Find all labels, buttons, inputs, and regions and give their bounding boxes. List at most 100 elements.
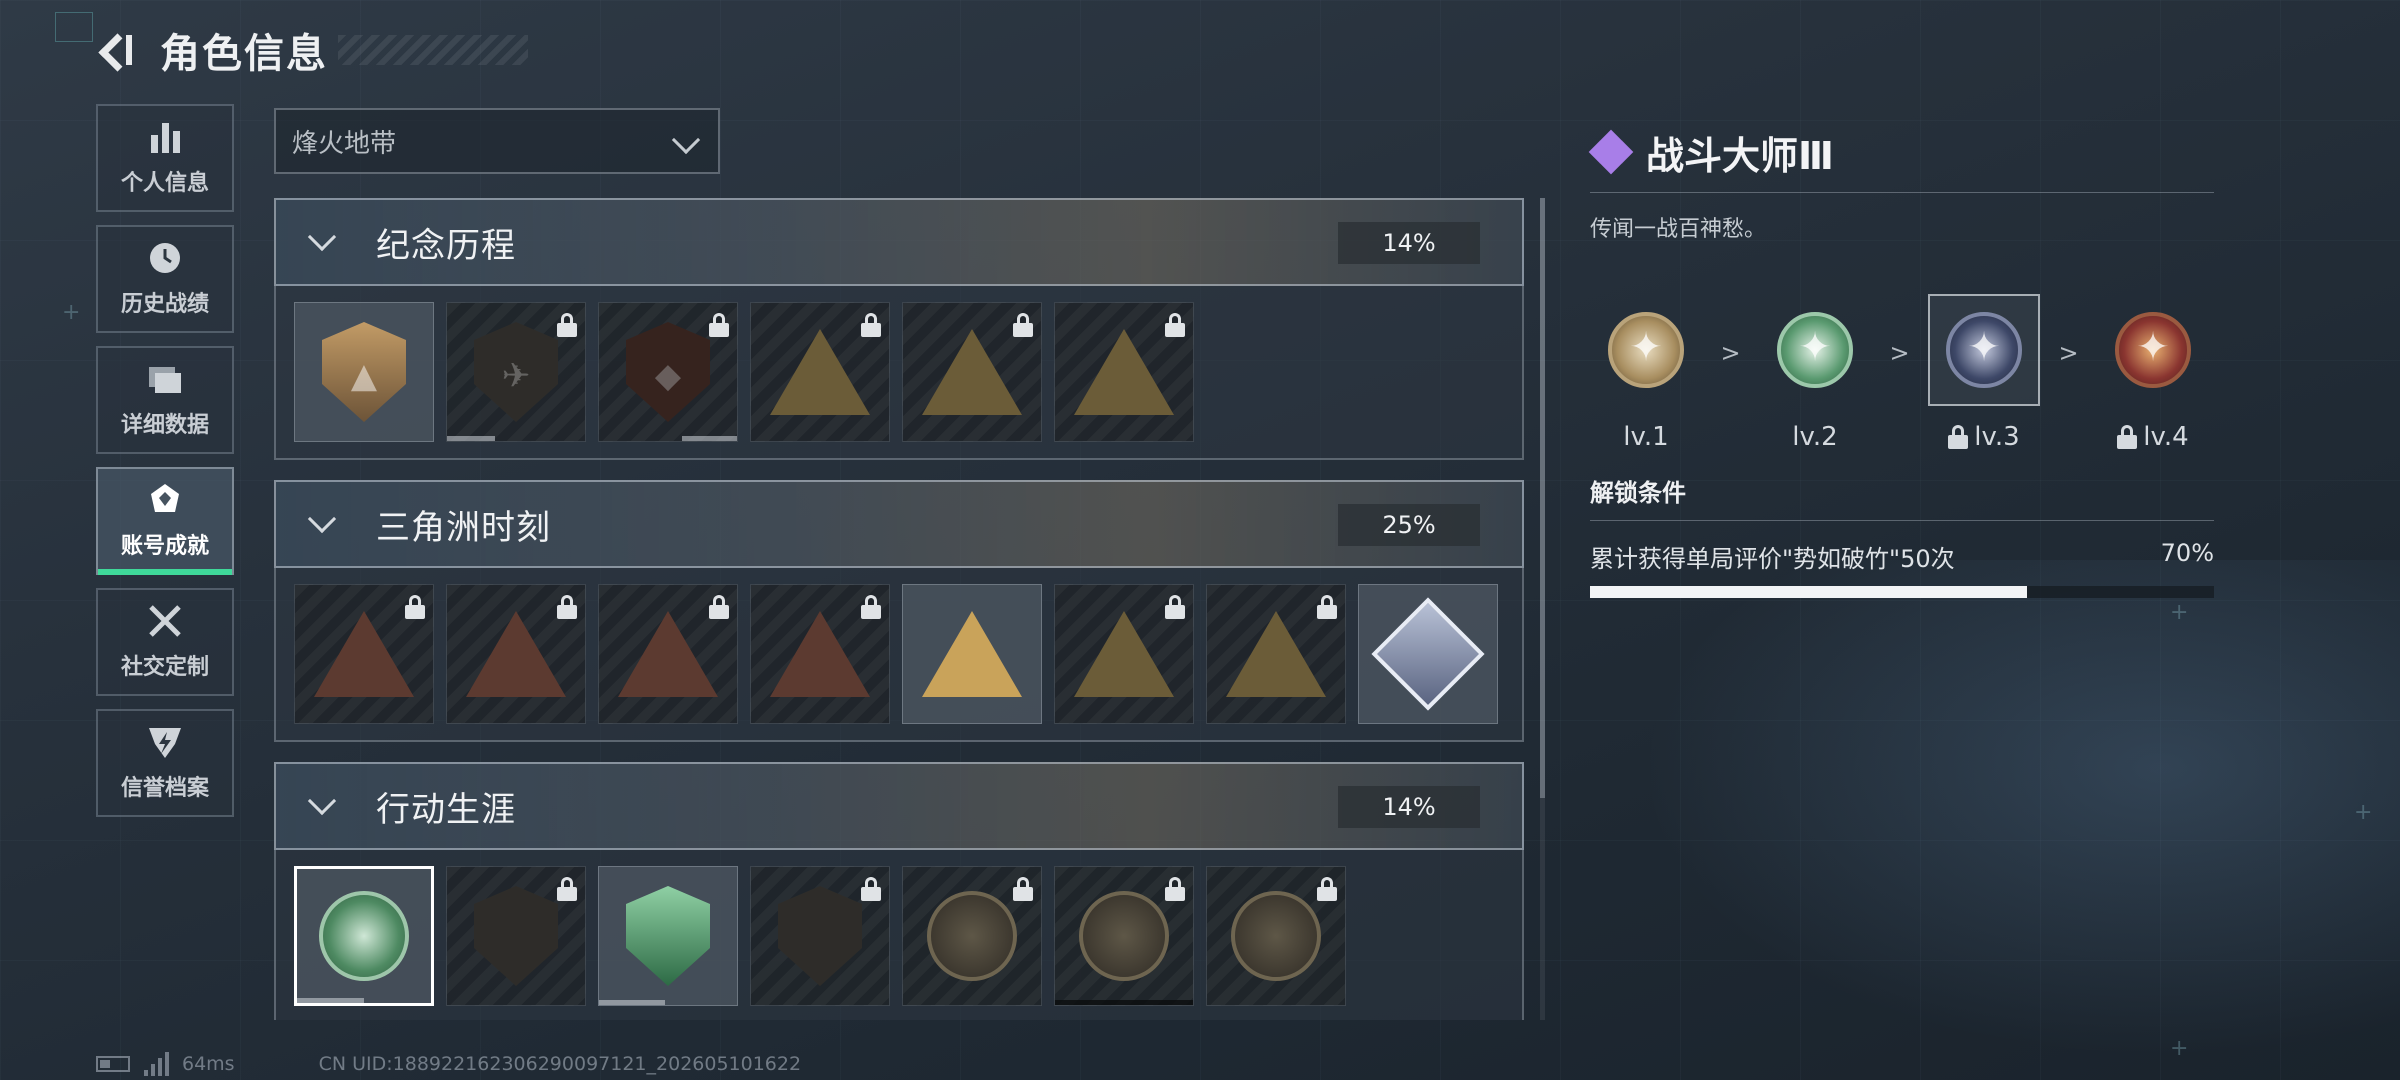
lock-icon bbox=[1013, 877, 1033, 901]
lock-icon bbox=[557, 595, 577, 619]
level-separator: > bbox=[1720, 339, 1741, 367]
badge-tile[interactable] bbox=[750, 302, 890, 442]
chevron-down-icon bbox=[307, 222, 337, 252]
badge-tile[interactable] bbox=[1206, 866, 1346, 1006]
skull-badge-icon bbox=[1079, 891, 1169, 981]
badge-tile[interactable] bbox=[446, 584, 586, 724]
level-item-selected[interactable]: lv.3 bbox=[1928, 294, 2040, 452]
fish-badge-icon bbox=[1226, 611, 1326, 697]
gem-badge-icon bbox=[770, 611, 870, 697]
badge-tile[interactable] bbox=[1054, 866, 1194, 1006]
mode-select-dropdown[interactable]: 烽火地带 bbox=[274, 108, 720, 174]
level-label: lv.1 bbox=[1623, 422, 1669, 452]
sidebar-item-label: 历史战绩 bbox=[120, 292, 209, 317]
lock-icon bbox=[1165, 313, 1185, 337]
unlock-progress-fill bbox=[1590, 586, 2027, 598]
badge-tile[interactable] bbox=[598, 584, 738, 724]
clock-icon bbox=[145, 240, 185, 276]
badge-tile[interactable]: ✈ bbox=[446, 302, 586, 442]
lock-icon bbox=[405, 595, 425, 619]
background-glow bbox=[1600, 560, 2400, 1080]
unlock-condition-text: 累计获得单局评价"势如破竹"50次 bbox=[1590, 545, 1955, 573]
category-header[interactable]: 行动生涯 14% bbox=[274, 762, 1524, 850]
category-title: 三角洲时刻 bbox=[376, 507, 551, 548]
level-item[interactable]: lv.4 bbox=[2097, 294, 2209, 452]
team-badge-icon bbox=[1074, 611, 1174, 697]
badge-progress bbox=[297, 998, 364, 1003]
circle-badge-icon bbox=[927, 891, 1017, 981]
badge-tile-selected[interactable] bbox=[294, 866, 434, 1006]
badge-tile[interactable] bbox=[902, 302, 1042, 442]
diamond-cluster-icon bbox=[1588, 129, 1634, 175]
emblem-badge-icon bbox=[626, 886, 710, 986]
lock-icon bbox=[1165, 877, 1185, 901]
badge-tile[interactable] bbox=[1358, 584, 1498, 724]
back-arrow-icon[interactable] bbox=[96, 29, 138, 71]
badge-tile[interactable] bbox=[1054, 302, 1194, 442]
sidebar-nav: 个人信息 历史战绩 详细数据 账号成就 社交定制 信誉档案 bbox=[96, 104, 234, 830]
tools-icon bbox=[145, 603, 185, 639]
battery-icon bbox=[96, 1056, 130, 1072]
status-footer: 64ms CN UID:188922162306290097121_202605… bbox=[96, 1052, 801, 1076]
lock-icon bbox=[1317, 877, 1337, 901]
divider bbox=[1590, 520, 2214, 521]
sidebar-item-achievements[interactable]: 账号成就 bbox=[96, 467, 234, 575]
sidebar-item-social-custom[interactable]: 社交定制 bbox=[96, 588, 234, 696]
lock-icon bbox=[1948, 425, 1969, 449]
level-label: lv.3 bbox=[1974, 422, 2020, 452]
corner-decoration bbox=[55, 12, 93, 42]
chevron-down-icon bbox=[307, 504, 337, 534]
badge-tile[interactable] bbox=[1054, 584, 1194, 724]
badge-tile[interactable] bbox=[902, 866, 1042, 1006]
lock-icon bbox=[861, 595, 881, 619]
scrollbar-thumb[interactable] bbox=[1540, 198, 1545, 798]
badge-tile[interactable] bbox=[902, 584, 1042, 724]
rose-badge-icon bbox=[1371, 597, 1485, 711]
badge-grid: ▲ ✈ ◆ bbox=[274, 286, 1524, 460]
category-percent: 25% bbox=[1338, 504, 1480, 546]
skull-badge-icon bbox=[1074, 329, 1174, 415]
sidebar-item-label: 个人信息 bbox=[120, 171, 209, 196]
sidebar-item-reputation[interactable]: 信誉档案 bbox=[96, 709, 234, 817]
sidebar-item-detailed-data[interactable]: 详细数据 bbox=[96, 346, 234, 454]
level-label: lv.4 bbox=[2143, 422, 2189, 452]
crosshair-decoration: + bbox=[2354, 800, 2373, 825]
sidebar-item-personal-info[interactable]: 个人信息 bbox=[96, 104, 234, 212]
level-separator: > bbox=[1889, 339, 1910, 367]
medal-lv1-icon bbox=[1608, 312, 1684, 388]
badge-tile[interactable] bbox=[750, 584, 890, 724]
crosshair-decoration: + bbox=[2170, 1036, 2189, 1061]
bar-chart-icon bbox=[145, 119, 185, 155]
sidebar-item-history[interactable]: 历史战绩 bbox=[96, 225, 234, 333]
category-header[interactable]: 纪念历程 14% bbox=[274, 198, 1524, 286]
sidebar-item-label: 信誉档案 bbox=[120, 776, 209, 801]
badge-tile[interactable] bbox=[750, 866, 890, 1006]
unlock-condition-row: 累计获得单局评价"势如破竹"50次 70% bbox=[1590, 539, 2214, 574]
chevron-down-icon bbox=[307, 786, 337, 816]
badge-tile[interactable] bbox=[1206, 584, 1346, 724]
shield-bolt-icon bbox=[145, 724, 185, 760]
soldier-badge-icon bbox=[922, 329, 1022, 415]
level-progression: lv.1 > lv.2 > lv.3 > lv.4 bbox=[1590, 283, 2214, 463]
lock-icon bbox=[709, 595, 729, 619]
helicopter-badge-icon: ✈ bbox=[474, 322, 558, 422]
divider bbox=[1590, 192, 2214, 193]
plane-badge-icon bbox=[770, 329, 870, 415]
badge-progress bbox=[1055, 1000, 1193, 1005]
badge-tile[interactable] bbox=[446, 866, 586, 1006]
achievement-description: 传闻一战百神愁。 bbox=[1590, 217, 1767, 242]
badge-tile[interactable] bbox=[294, 584, 434, 724]
level-item[interactable]: lv.1 bbox=[1590, 294, 1702, 452]
badge-tile[interactable]: ◆ bbox=[598, 302, 738, 442]
badge-shield-icon: ◆ bbox=[626, 322, 710, 422]
battle-master-badge-icon bbox=[319, 891, 409, 981]
signal-icon bbox=[144, 1052, 169, 1076]
badge-tile[interactable]: ▲ bbox=[294, 302, 434, 442]
medal-lv4-icon bbox=[2115, 312, 2191, 388]
level-item[interactable]: lv.2 bbox=[1759, 294, 1871, 452]
badge-tile[interactable] bbox=[598, 866, 738, 1006]
category-header[interactable]: 三角洲时刻 25% bbox=[274, 480, 1524, 568]
category-title: 纪念历程 bbox=[376, 225, 516, 266]
unlock-progress-bar bbox=[1590, 586, 2214, 598]
lock-icon bbox=[861, 877, 881, 901]
